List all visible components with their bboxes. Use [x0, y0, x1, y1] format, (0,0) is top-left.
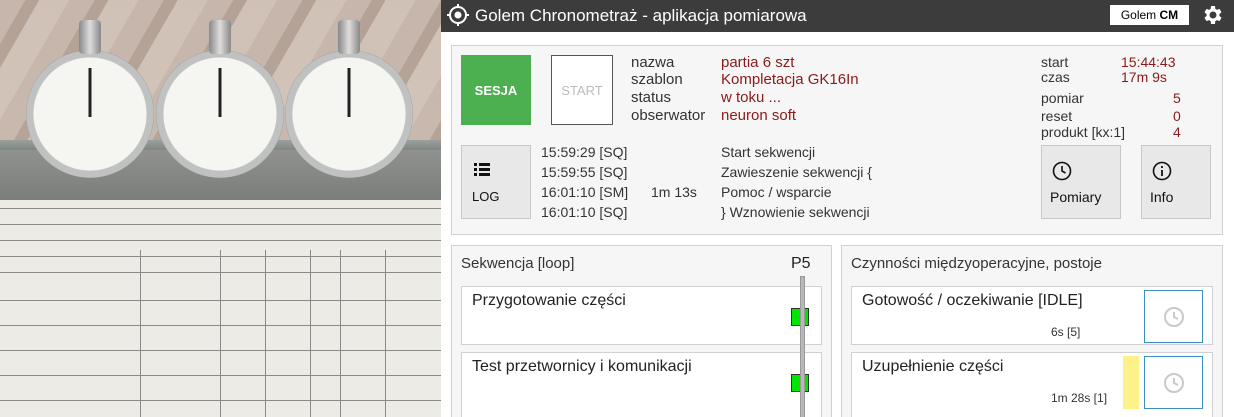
field-label: status: [631, 89, 672, 106]
log-time: 15:59:55 [SQ]: [541, 164, 628, 180]
sequence-title: Sekwencja [loop]: [461, 255, 575, 272]
info-button[interactable]: Info: [1141, 145, 1211, 219]
field-value: Kompletacja GK16In: [721, 71, 859, 88]
sequence-marker: P5: [791, 255, 811, 272]
field-label: obserwator: [631, 107, 706, 124]
sequence-item[interactable]: Test przetwornicy i komunikacji: [461, 352, 822, 417]
field-label: nazwa: [631, 54, 675, 71]
idle-start-button[interactable]: [1144, 290, 1203, 343]
app-window: Golem Chronometraż - aplikacja pomiarowa…: [441, 0, 1234, 417]
clock-icon: [1052, 161, 1072, 181]
idle-item-duration: 1m 28s [1]: [1051, 391, 1108, 405]
info-icon: [1152, 161, 1172, 181]
clock-icon: [1164, 307, 1184, 327]
session-panel: SESJA START nazwa szablon status obserwa…: [451, 45, 1223, 235]
title-bar: Golem Chronometraż - aplikacja pomiarowa…: [441, 0, 1234, 32]
log-text: } Wznowienie sekwencji: [721, 204, 870, 220]
stat-label: reset: [1041, 108, 1073, 124]
idle-item-label: Gotowość / oczekiwanie [IDLE]: [862, 292, 1083, 309]
badge-prefix: Golem: [1120, 8, 1157, 22]
stat-label: produkt [kx:1]: [1041, 124, 1126, 140]
sequence-item-label: Przygotowanie części: [472, 292, 626, 309]
measurement-sheet: [0, 200, 441, 417]
sequence-panel: Sekwencja [loop] P5 Przygotowanie części…: [451, 245, 832, 417]
log-button[interactable]: LOG: [461, 145, 531, 219]
field-value: neuron soft: [721, 107, 797, 124]
stat-value: 0: [1173, 108, 1181, 124]
active-highlight: [1123, 356, 1139, 409]
log-time: 16:01:10 [SM]: [541, 184, 629, 200]
sequence-item[interactable]: Przygotowanie części: [461, 286, 822, 345]
list-icon: [474, 163, 490, 176]
stopwatch-image: [26, 20, 154, 178]
target-logo-icon: [447, 4, 469, 26]
sequence-item-label: Test przetwornicy i komunikacji: [472, 358, 692, 375]
log-time: 16:01:10 [SQ]: [541, 204, 628, 220]
pomiary-button[interactable]: Pomiary: [1041, 145, 1121, 219]
idle-item[interactable]: Uzupełnienie części 1m 28s [1]: [851, 352, 1213, 417]
app-title: Golem Chronometraż - aplikacja pomiarowa: [475, 6, 807, 25]
stat-label: czas: [1041, 69, 1070, 85]
idle-item[interactable]: Gotowość / oczekiwanie [IDLE] 6s [5]: [851, 286, 1213, 345]
idle-start-button[interactable]: [1144, 356, 1203, 409]
stat-value: 5: [1173, 90, 1181, 106]
clock-icon: [1164, 373, 1184, 393]
log-duration: 1m 13s: [651, 184, 697, 200]
field-value: w toku ...: [721, 89, 782, 106]
badge-suffix: CM: [1159, 8, 1179, 22]
sesja-button[interactable]: SESJA: [461, 55, 531, 125]
app-badge: Golem CM: [1110, 5, 1189, 25]
idle-item-duration: 6s [5]: [1051, 325, 1081, 339]
log-time: 15:59:29 [SQ]: [541, 144, 628, 160]
log-text: Start sekwencji: [721, 144, 816, 160]
stat-value: 4: [1173, 124, 1181, 140]
log-text: Pomoc / wsparcie: [721, 184, 832, 200]
log-text: Zawieszenie sekwencji {: [721, 164, 872, 180]
gear-icon[interactable]: [1200, 3, 1224, 27]
log-button-label: LOG: [472, 189, 500, 204]
field-label: szablon: [631, 71, 683, 88]
idle-title: Czynności międzyoperacyjne, postoje: [851, 255, 1102, 272]
background-photo: [0, 0, 441, 417]
idle-panel: Czynności międzyoperacyjne, postoje Goto…: [841, 245, 1223, 417]
field-value: partia 6 szt: [721, 54, 795, 71]
start-button[interactable]: START: [551, 55, 613, 125]
sequence-track: [800, 276, 805, 417]
idle-item-label: Uzupełnienie części: [862, 358, 1004, 375]
info-label: Info: [1150, 189, 1174, 205]
pomiary-label: Pomiary: [1050, 189, 1102, 205]
stat-value: 17m 9s: [1121, 69, 1167, 85]
stopwatch-image: [156, 20, 284, 178]
stopwatch-image: [285, 20, 413, 178]
stat-label: pomiar: [1041, 90, 1084, 106]
